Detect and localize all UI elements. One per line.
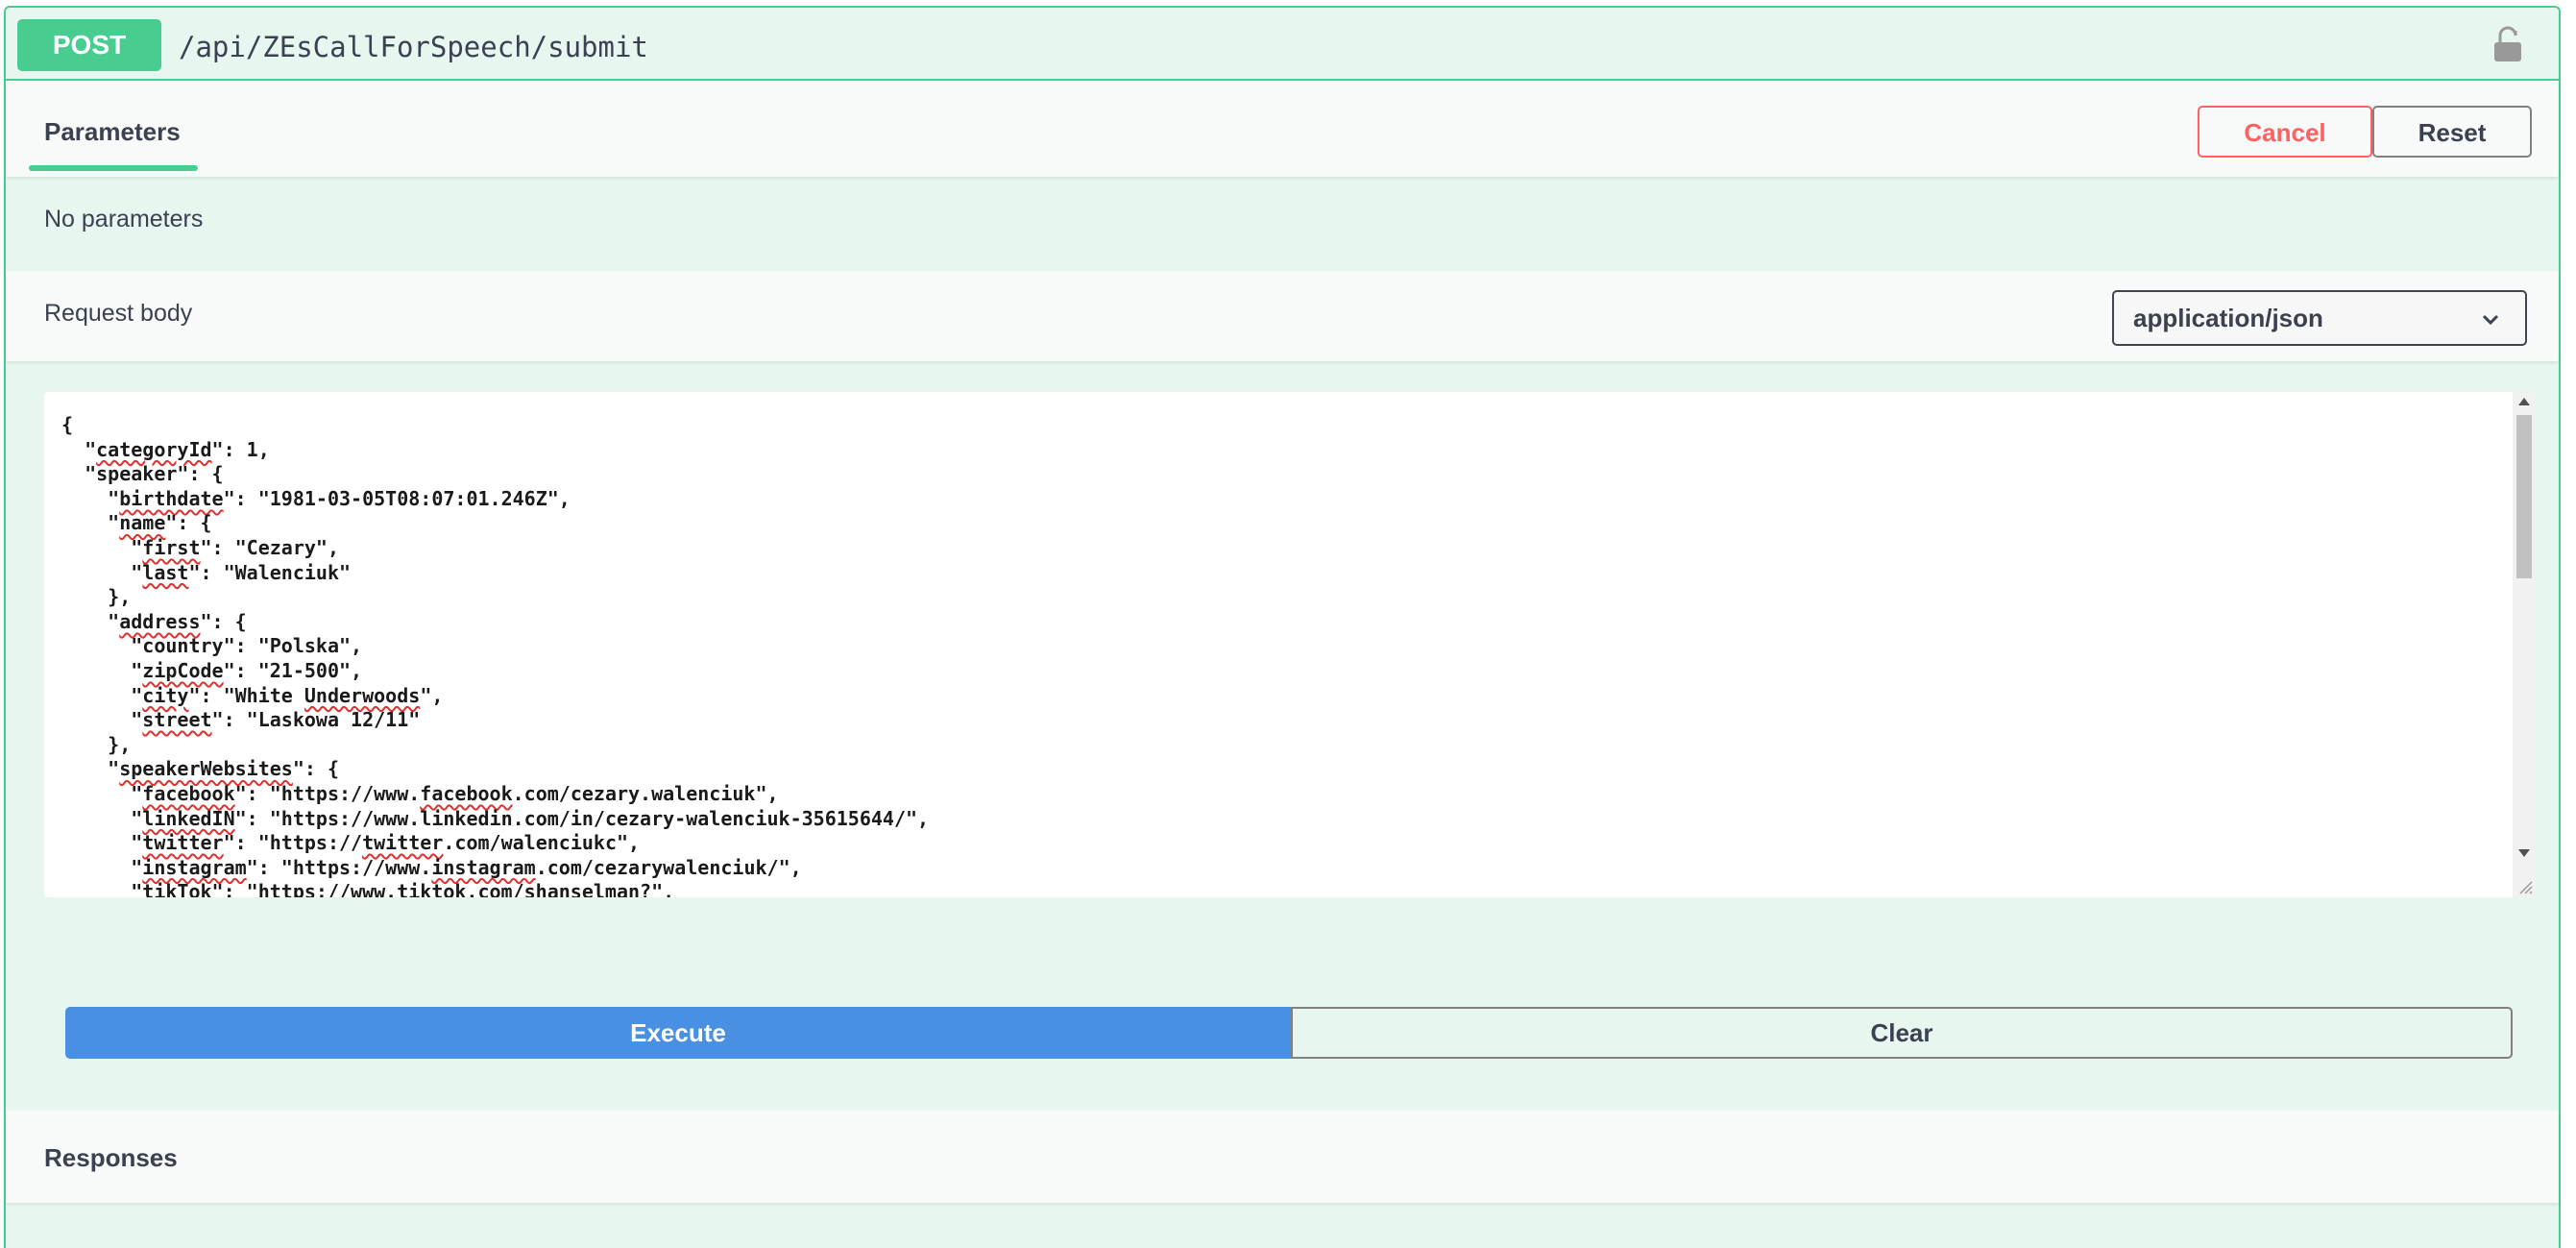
clear-button[interactable]: Clear bbox=[1291, 1007, 2513, 1059]
tab-parameters[interactable]: Parameters bbox=[44, 117, 181, 147]
content-type-select[interactable]: application/json bbox=[2112, 290, 2527, 346]
code-line: { bbox=[61, 413, 74, 436]
endpoint-path: /api/ZEsCallForSpeech/submit bbox=[179, 31, 648, 63]
no-parameters-text: No parameters bbox=[44, 206, 204, 232]
reset-button[interactable]: Reset bbox=[2372, 106, 2532, 158]
operation-block-post-submit: POST /api/ZEsCallForSpeech/submit Parame… bbox=[4, 6, 2561, 1248]
chevron-down-icon bbox=[2482, 314, 2499, 326]
code-line: "linkedIN": "https://www.linkedin.com/in… bbox=[61, 806, 930, 830]
code-line: "categoryId": 1, bbox=[61, 437, 270, 461]
code-line: "last": "Walenciuk" bbox=[61, 560, 352, 584]
execute-button[interactable]: Execute bbox=[65, 1007, 1291, 1059]
active-tab-indicator bbox=[29, 165, 198, 171]
code-line: "street": "Laskowa 12/11" bbox=[61, 708, 421, 732]
code-line: "zipCode": "21-500", bbox=[61, 658, 363, 682]
code-line: "facebook": "https://www.facebook.com/ce… bbox=[61, 781, 779, 805]
code-line: "twitter": "https://twitter.com/walenciu… bbox=[61, 831, 641, 855]
http-method-badge: POST bbox=[17, 19, 161, 71]
code-line: }, bbox=[61, 585, 132, 609]
code-line: "speakerWebsites": { bbox=[61, 757, 340, 781]
scroll-up-arrow-icon[interactable] bbox=[2518, 398, 2530, 405]
code-line: "city": "White Underwoods", bbox=[61, 683, 444, 707]
parameters-header: Parameters Cancel Reset bbox=[6, 81, 2559, 177]
code-line: "address": { bbox=[61, 609, 247, 633]
editor-scrollbar[interactable] bbox=[2513, 392, 2536, 897]
resize-handle-icon[interactable] bbox=[2516, 878, 2534, 895]
code-line: "birthdate": "1981-03-05T08:07:01.246Z", bbox=[61, 486, 571, 510]
code-line: "name": { bbox=[61, 511, 212, 535]
request-body-header: Request body application/json bbox=[6, 271, 2559, 361]
code-line: "first": "Cezary", bbox=[61, 535, 340, 559]
request-body-title: Request body bbox=[44, 300, 193, 327]
responses-header: Responses bbox=[6, 1111, 2559, 1203]
scroll-down-arrow-icon[interactable] bbox=[2518, 849, 2530, 857]
code-line: "instagram": "https://www.instagram.com/… bbox=[61, 855, 802, 879]
operation-summary[interactable]: POST /api/ZEsCallForSpeech/submit bbox=[6, 8, 2559, 81]
responses-title: Responses bbox=[44, 1143, 178, 1172]
code-line: "country": "Polska", bbox=[61, 634, 363, 658]
request-body-json[interactable]: { "categoryId": 1, "speaker": { "birthda… bbox=[61, 413, 929, 897]
request-body-editor[interactable]: { "categoryId": 1, "speaker": { "birthda… bbox=[44, 392, 2536, 897]
content-type-value: application/json bbox=[2133, 304, 2323, 332]
scrollbar-thumb[interactable] bbox=[2516, 415, 2532, 578]
cancel-button[interactable]: Cancel bbox=[2198, 106, 2372, 158]
code-line: }, bbox=[61, 732, 132, 756]
code-line: "tikTok": "https://www.tiktok.com/shanse… bbox=[61, 880, 675, 897]
lock-icon[interactable] bbox=[2491, 25, 2524, 63]
code-line: "speaker": { bbox=[61, 462, 224, 486]
